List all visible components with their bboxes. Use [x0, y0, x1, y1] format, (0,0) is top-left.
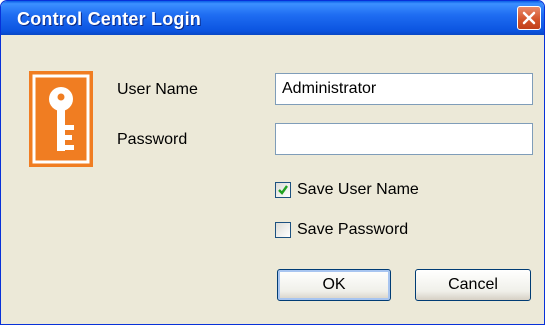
save-password-checkbox[interactable]: Save Password: [275, 219, 408, 241]
checkbox-box[interactable]: [275, 182, 291, 198]
ok-button[interactable]: OK: [277, 269, 391, 301]
user-name-label: User Name: [117, 81, 198, 98]
key-icon: [29, 71, 93, 167]
save-password-label: Save Password: [297, 221, 409, 238]
checkmark-icon: [278, 185, 288, 195]
dialog-body: User Name Password Save User Name Save P…: [5, 35, 540, 320]
window-title: Control Center Login: [17, 9, 201, 29]
password-field[interactable]: [275, 123, 533, 155]
password-label: Password: [117, 131, 188, 148]
close-icon: [522, 11, 536, 25]
title-bar[interactable]: Control Center Login: [1, 1, 544, 35]
checkbox-box[interactable]: [275, 222, 291, 238]
save-user-name-checkbox[interactable]: Save User Name: [275, 179, 419, 201]
close-button[interactable]: [517, 6, 541, 30]
user-name-field[interactable]: [275, 73, 533, 105]
cancel-button[interactable]: Cancel: [415, 269, 531, 301]
save-user-name-label: Save User Name: [297, 181, 419, 198]
login-dialog: Control Center Login User Name Password: [0, 0, 545, 325]
